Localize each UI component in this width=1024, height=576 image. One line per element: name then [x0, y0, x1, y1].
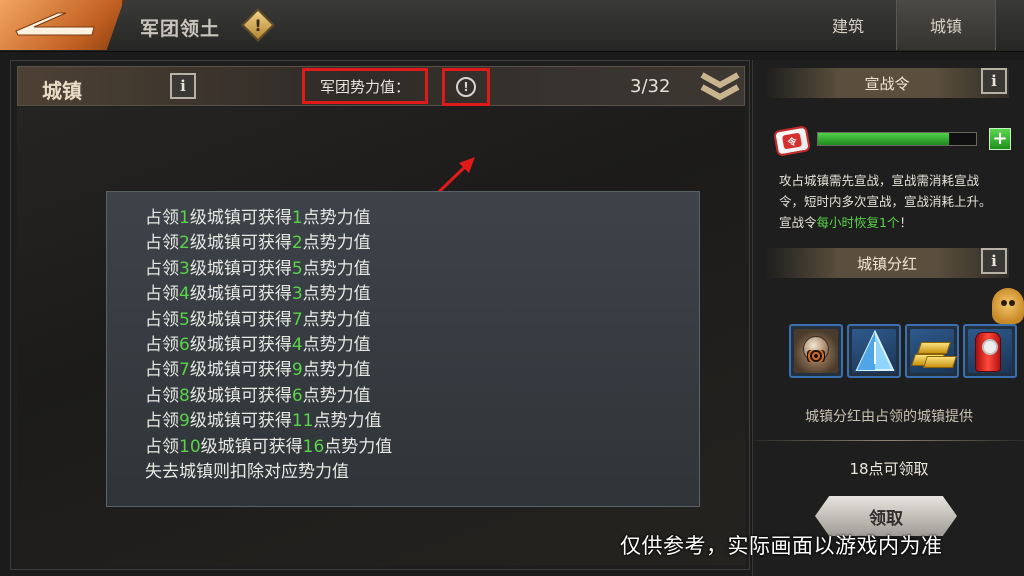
orb-item-icon[interactable] [789, 324, 843, 378]
tooltip-line: 占领4级城镇可获得3点势力值 [145, 284, 371, 305]
red-canister-icon[interactable] [963, 324, 1017, 378]
town-panel: 城镇 i 军团势力值： ! 3/32 占领1级城镇可获得1点势力值 占领2级城镇… [10, 60, 750, 570]
war-token-icon: 令 [773, 125, 811, 157]
divider [753, 440, 1024, 441]
add-war-order-button[interactable]: + [989, 128, 1011, 150]
back-arrow-icon [15, 12, 95, 36]
town-header-bar: 城镇 i 军团势力值： ! 3/32 [17, 66, 745, 106]
title-info-button[interactable]: ! [241, 8, 275, 42]
war-order-header: 宣战令 [765, 68, 1009, 98]
town-map-area: 占领1级城镇可获得1点势力值 占领2级城镇可获得2点势力值 占领3级城镇可获得5… [17, 107, 745, 565]
town-bonus-description: 城镇分红由占领的城镇提供 [805, 409, 973, 425]
side-panel: 宣战令 i 令 + 攻占城镇需先宣战，宣战需消耗宣战令，短时内多次宣战，宣战消耗… [752, 60, 1024, 576]
town-count: 3/32 [630, 76, 671, 97]
tooltip-line: 占领3级城镇可获得5点势力值 [145, 258, 371, 279]
town-title: 城镇 [42, 79, 82, 103]
tab-town[interactable]: 城镇 [896, 0, 996, 50]
tooltip-line: 占领2级城镇可获得2点势力值 [145, 233, 371, 254]
claimable-points: 18点可领取 [849, 460, 929, 478]
tooltip-line: 占领8级城镇可获得6点势力值 [145, 385, 371, 406]
exclamation-icon: ! [254, 15, 262, 35]
gold-bars-icon[interactable] [905, 324, 959, 378]
war-order-progress [817, 132, 977, 146]
page-title: 军团领土 [140, 18, 221, 40]
top-bar: 军团领土 ! 建筑 城镇 [0, 0, 1024, 52]
town-bonus-header: 城镇分红 [765, 248, 1009, 278]
power-value-tooltip: 占领1级城镇可获得1点势力值 占领2级城镇可获得2点势力值 占领3级城镇可获得5… [106, 191, 700, 507]
back-button[interactable] [0, 0, 124, 50]
tooltip-line: 占领7级城镇可获得9点势力值 [145, 360, 371, 381]
crystal-item-icon[interactable] [847, 324, 901, 378]
mascot-avatar-icon[interactable] [992, 288, 1024, 324]
war-order-progress-fill [818, 133, 950, 145]
town-info-button[interactable]: i [170, 73, 196, 99]
tooltip-line: 占领1级城镇可获得1点势力值 [145, 208, 371, 228]
tooltip-line-last: 失去城镇则扣除对应势力值 [145, 462, 349, 483]
tooltip-line: 占领6级城镇可获得4点势力值 [145, 335, 371, 356]
war-order-info-button[interactable]: i [981, 68, 1007, 94]
power-info-icon[interactable]: ! [456, 77, 476, 97]
chevron-down-icon[interactable] [698, 71, 742, 103]
tooltip-line: 占领5级城镇可获得7点势力值 [145, 309, 371, 330]
war-order-description: 攻占城镇需先宣战，宣战需消耗宣战令，短时内多次宣战，宣战消耗上升。宣战令每小时恢… [779, 173, 992, 230]
disclaimer-watermark: 仅供参考，实际画面以游戏内为准 [620, 534, 943, 558]
town-bonus-info-button[interactable]: i [981, 248, 1007, 274]
legion-power-label: 军团势力值： [302, 68, 428, 104]
tooltip-line: 占领10级城镇可获得16点势力值 [145, 436, 393, 457]
reward-row [789, 324, 1024, 380]
power-info-highlight[interactable]: ! [442, 68, 490, 106]
tooltip-line: 占领9级城镇可获得11点势力值 [145, 411, 382, 432]
tab-building[interactable]: 建筑 [798, 0, 898, 50]
